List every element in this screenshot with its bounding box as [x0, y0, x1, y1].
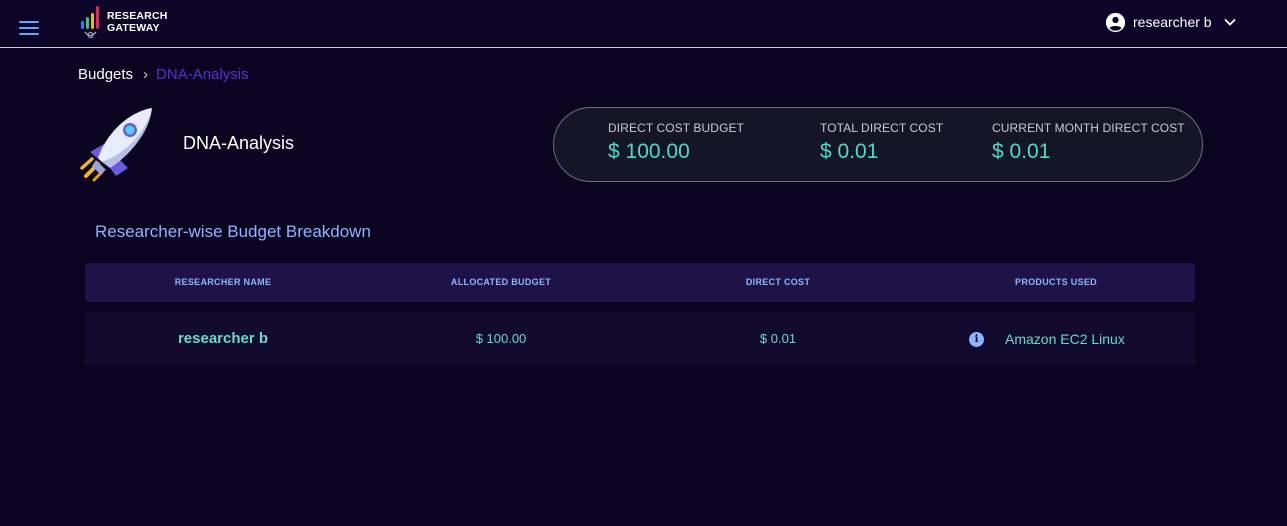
cell-researcher-name[interactable]: researcher b — [147, 312, 299, 366]
cost-summary-card: DIRECT COST BUDGET $ 100.00 TOTAL DIRECT… — [553, 107, 1203, 182]
total-direct-cost: TOTAL DIRECT COST $ 0.01 — [820, 121, 943, 164]
cell-direct-cost: $ 0.01 — [759, 331, 797, 346]
direct-cost-budget-value: $ 100.00 — [608, 140, 690, 163]
chevron-right-icon: › — [143, 66, 149, 83]
total-direct-cost-value: $ 0.01 — [820, 140, 879, 163]
column-header-researcher[interactable]: RESEARCHER NAME — [147, 263, 299, 302]
current-month-direct-cost-value: $ 0.01 — [992, 140, 1051, 163]
hamburger-menu-icon[interactable] — [19, 21, 39, 35]
table-row: researcher b $ 100.00 $ 0.01 Amazon EC2 … — [85, 312, 1195, 366]
breadcrumb-current: DNA-Analysis — [156, 66, 249, 83]
section-title: Researcher-wise Budget Breakdown — [95, 222, 371, 241]
top-app-bar: RESEARCH GATEWAY researcher b — [0, 0, 1287, 48]
rocket-icon — [80, 108, 152, 182]
table-header: RESEARCHER NAME ALLOCATED BUDGET DIRECT … — [85, 263, 1195, 302]
info-icon[interactable] — [969, 332, 984, 347]
account-circle-icon — [1105, 12, 1126, 32]
total-direct-cost-label: TOTAL DIRECT COST — [820, 121, 944, 135]
breadcrumb: Budgets › DNA-Analysis — [78, 66, 249, 83]
cell-allocated-budget: $ 100.00 — [475, 331, 527, 346]
logo-line-1: RESEARCH — [107, 10, 168, 22]
research-gateway-logo[interactable]: RESEARCH GATEWAY — [80, 5, 180, 41]
user-menu[interactable]: researcher b — [1105, 10, 1236, 34]
chevron-down-icon[interactable] — [1223, 18, 1236, 26]
column-header-products-used[interactable]: PRODUCTS USED — [980, 263, 1132, 302]
user-name: researcher b — [1133, 14, 1212, 30]
project-title: DNA-Analysis — [183, 133, 295, 153]
current-month-direct-cost-label: CURRENT MONTH DIRECT COST — [992, 121, 1185, 135]
cell-product-used[interactable]: Amazon EC2 Linux — [1005, 312, 1125, 366]
direct-cost-budget: DIRECT COST BUDGET $ 100.00 — [608, 121, 744, 164]
logo-wordmark: RESEARCH GATEWAY — [107, 10, 168, 34]
breadcrumb-budgets-link[interactable]: Budgets — [78, 66, 133, 83]
column-header-direct-cost[interactable]: DIRECT COST — [702, 263, 854, 302]
direct-cost-budget-label: DIRECT COST BUDGET — [608, 121, 745, 135]
current-month-direct-cost: CURRENT MONTH DIRECT COST $ 0.01 — [992, 121, 1185, 164]
logo-bars-icon — [81, 6, 99, 39]
column-header-allocated-budget[interactable]: ALLOCATED BUDGET — [425, 263, 577, 302]
logo-line-2: GATEWAY — [107, 22, 160, 34]
